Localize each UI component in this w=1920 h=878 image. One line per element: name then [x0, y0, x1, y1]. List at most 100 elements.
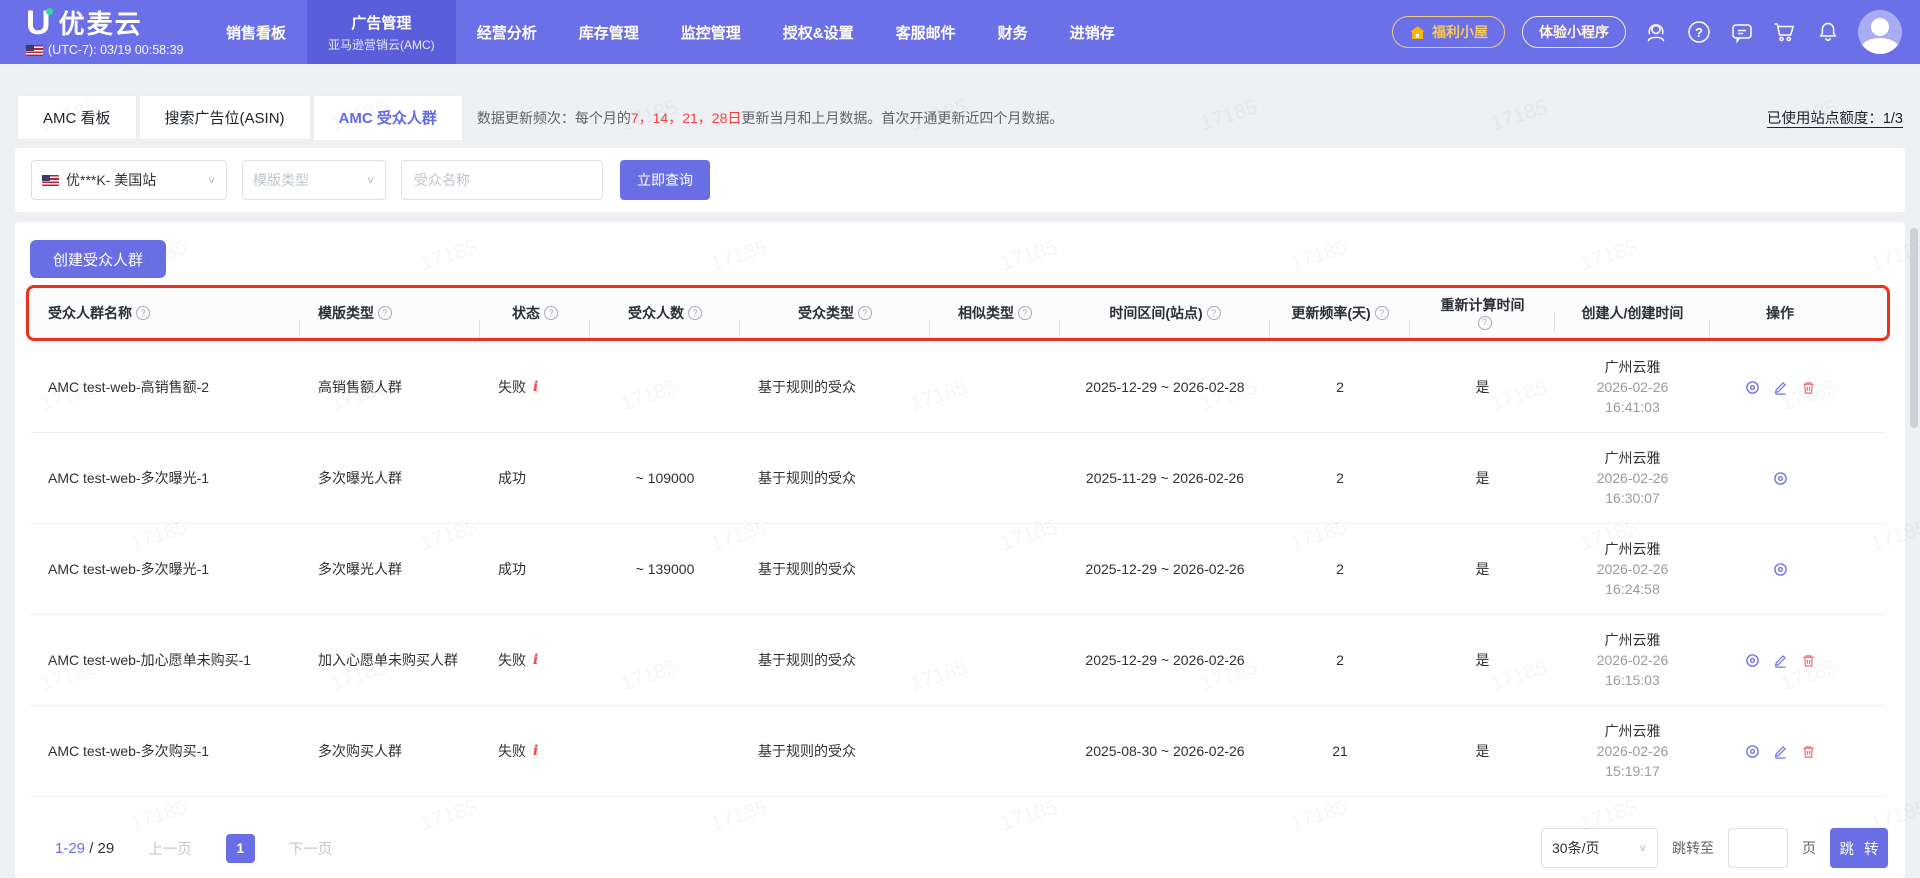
page-unit-label: 页 [1802, 840, 1816, 856]
template-type-select[interactable]: 模版类型 ∨ [242, 160, 386, 200]
help-icon[interactable]: ? [136, 306, 150, 320]
nav-item-销售看板[interactable]: 销售看板 [205, 0, 307, 64]
cell: 是 [1475, 469, 1490, 486]
cell: ~ 139000 [635, 560, 695, 577]
view-button[interactable] [1773, 562, 1788, 577]
query-button[interactable]: 立即查询 [620, 160, 710, 200]
table-row: AMC test-web-多次购买-1 多次购买人群 失败 i 基于规则的受众 2025-… [30, 706, 1886, 797]
status-text: 失败 [498, 742, 526, 759]
tab-搜索广告位(ASIN)[interactable]: 搜索广告位(ASIN) [138, 95, 311, 140]
cell: AMC test-web-高销售额-2 [48, 378, 210, 395]
create-audience-button[interactable]: 创建受众人群 [30, 240, 167, 278]
cell [1710, 562, 1850, 577]
nav-item-财务[interactable]: 财务 [977, 0, 1049, 64]
delete-button[interactable] [1801, 653, 1816, 668]
delete-button[interactable] [1801, 380, 1816, 395]
edit-button[interactable] [1773, 653, 1788, 668]
nav-item-客服邮件[interactable]: 客服邮件 [875, 0, 977, 64]
scrollbar-thumb[interactable] [1910, 228, 1918, 428]
user-avatar[interactable] [1858, 10, 1902, 54]
view-button[interactable] [1745, 744, 1760, 759]
nav-item-库存管理[interactable]: 库存管理 [558, 0, 660, 64]
col-header: 时间区间(站点)? [1060, 305, 1270, 340]
nav-item-label: 财务 [997, 24, 1028, 42]
nav-item-进销存[interactable]: 进销存 [1049, 0, 1136, 64]
col-header: 受众类型? [740, 305, 930, 340]
status-text: 失败 [498, 651, 526, 668]
cart-icon[interactable] [1772, 19, 1798, 45]
cell: 加入心愿单未购买人群 [318, 651, 458, 668]
view-button[interactable] [1773, 471, 1788, 486]
navbar-right: 福利小屋 体验小程序 ? [1392, 0, 1902, 64]
delete-button[interactable] [1801, 744, 1816, 759]
row-actions [1773, 562, 1788, 577]
miniapp-button[interactable]: 体验小程序 [1522, 16, 1626, 48]
help-icon[interactable]: ? [1018, 306, 1032, 320]
error-info-icon[interactable]: i [533, 650, 538, 671]
creator-name: 广州云雅 [1604, 450, 1661, 466]
view-button[interactable] [1745, 380, 1760, 395]
app-logo[interactable]: U 优麦云 [26, 4, 143, 41]
cell: 广州云雅 2026-02-26 16:15:03 [1555, 630, 1710, 690]
jump-button[interactable]: 跳 转 [1830, 828, 1888, 868]
view-button[interactable] [1745, 653, 1760, 668]
tab-AMC 受众人群[interactable]: AMC 受众人群 [312, 95, 463, 140]
jump-page-input[interactable] [1728, 828, 1788, 868]
pagination-bar: 1-29 / 29 上一页 1 下一页 30条/页 ∨ 跳转至 页 跳 转 [15, 826, 1905, 870]
main-nav: 销售看板 广告管理 亚马逊营销云(AMC) 经营分析 库存管理 监控管理 授权&设置 客服邮件… [205, 0, 1136, 64]
help-icon[interactable]: ? [378, 306, 392, 320]
jump-to-label: 跳转至 [1672, 840, 1714, 856]
nav-item-经营分析[interactable]: 经营分析 [456, 0, 558, 64]
tab-AMC 看板[interactable]: AMC 看板 [17, 95, 137, 140]
help-icon[interactable]: ? [1206, 306, 1221, 320]
col-header-label: 模版类型 [318, 304, 374, 321]
chevron-down-icon: ∨ [1638, 842, 1647, 854]
edit-button[interactable] [1773, 380, 1788, 395]
notice-dates: 7，14，21，28日 [630, 109, 742, 126]
cell: 2025-12-29 ~ 2026-02-26 [1060, 650, 1270, 671]
audience-name-input[interactable] [401, 160, 603, 200]
time-range: 2025-12-29 ~ 2026-02-26 [1085, 560, 1245, 577]
col-header: 操作 [1710, 305, 1850, 322]
support-icon[interactable] [1643, 19, 1669, 45]
cell: 高销售额人群 [318, 378, 402, 395]
help-icon[interactable]: ? [858, 306, 872, 320]
page-number-button[interactable]: 1 [225, 833, 255, 863]
edit-button[interactable] [1773, 744, 1788, 759]
cell: 失败 i [480, 377, 590, 398]
house-icon [1409, 25, 1426, 40]
time-range: 2025-12-29 ~ 2026-02-28 [1085, 378, 1245, 395]
help-icon[interactable]: ? [1477, 315, 1492, 330]
help-icon[interactable]: ? [544, 306, 558, 320]
welfare-house-button[interactable]: 福利小屋 [1392, 16, 1505, 48]
created-datetime: 2026-02-26 [1596, 652, 1669, 668]
prev-page-button[interactable]: 上一页 [148, 838, 192, 859]
bell-icon[interactable] [1815, 19, 1841, 45]
us-flag-icon [42, 174, 59, 186]
help-icon[interactable]: ? [1686, 19, 1712, 45]
error-info-icon[interactable]: i [533, 741, 538, 762]
nav-item-label: 销售看板 [226, 24, 287, 42]
nav-item-授权&设置[interactable]: 授权&设置 [762, 0, 875, 64]
creator-info: 广州云雅 2026-02-26 16:15:03 [1597, 630, 1669, 690]
error-info-icon[interactable]: i [533, 377, 538, 398]
site-select[interactable]: 优***K- 美国站 ∨ [31, 160, 227, 200]
feedback-icon[interactable] [1729, 19, 1755, 45]
table-body: AMC test-web-高销售额-2 高销售额人群 失败 i 基于规则的受众 2025-… [30, 342, 1886, 818]
col-header: 状态? [480, 305, 590, 340]
page-size-select[interactable]: 30条/页 ∨ [1541, 828, 1658, 868]
creator-name: 广州云雅 [1604, 359, 1661, 375]
help-icon[interactable]: ? [688, 306, 702, 320]
created-datetime: 15:19:17 [1605, 763, 1660, 779]
nav-item-广告管理[interactable]: 广告管理 亚马逊营销云(AMC) [307, 0, 456, 64]
cell: AMC test-web-多次曝光-1 [48, 560, 210, 577]
col-header: 创建人/创建时间 [1555, 305, 1710, 340]
nav-item-label: 监控管理 [680, 24, 741, 42]
cell: 2025-11-29 ~ 2026-02-26 [1060, 468, 1270, 489]
site-quota-link[interactable]: 已使用站点额度：1/3 [1767, 95, 1903, 140]
next-page-button[interactable]: 下一页 [289, 838, 333, 859]
col-header-wrap: 重新计算时间? [1441, 297, 1525, 330]
help-icon[interactable]: ? [1374, 306, 1389, 320]
cell: 基于规则的受众 [758, 651, 856, 668]
nav-item-监控管理[interactable]: 监控管理 [660, 0, 762, 64]
